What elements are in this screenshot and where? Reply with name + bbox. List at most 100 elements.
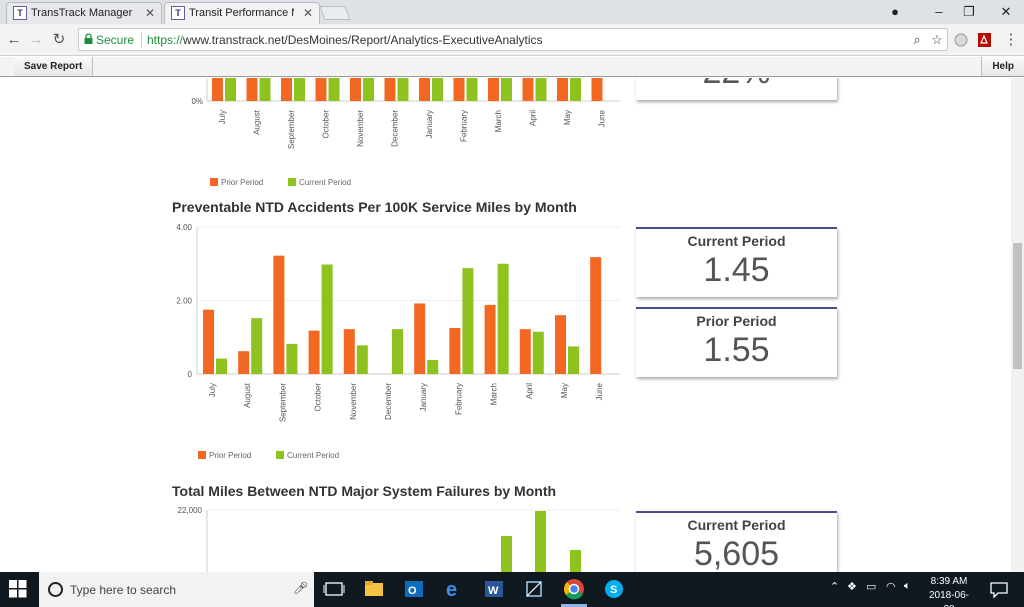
tab-title: Transit Performance Man xyxy=(189,7,294,19)
legend-swatch-prior xyxy=(210,178,218,186)
page-scrollbar[interactable] xyxy=(1011,78,1024,572)
scrollbar-thumb[interactable] xyxy=(1013,243,1022,369)
skype-icon[interactable]: S xyxy=(603,578,625,600)
kpi-value: 1.55 xyxy=(703,331,770,369)
clock-time: 8:39 AM xyxy=(930,576,968,587)
top-kpi-card: 22% xyxy=(636,78,837,100)
x-tick-label: February xyxy=(454,383,463,415)
kpi-label: Current Period xyxy=(687,233,786,249)
bar-current xyxy=(216,358,227,374)
url-path: /DesMoines/Report/Analytics-ExecutiveAna… xyxy=(284,33,543,47)
forward-arrow-icon[interactable]: → xyxy=(27,31,45,49)
svg-text:O: O xyxy=(408,585,417,597)
bar-current xyxy=(286,343,298,374)
chrome-menu-icon[interactable]: ⋮ xyxy=(1002,31,1020,49)
x-tick-label: November xyxy=(356,110,365,147)
bar-prior xyxy=(343,329,355,374)
bar-current xyxy=(532,331,544,374)
x-tick-label: November xyxy=(349,383,358,420)
bar-current xyxy=(497,263,509,374)
clock-date: 2018-06-28 xyxy=(928,590,970,607)
failures-current-kpi-card: Current Period 5,605 xyxy=(636,511,837,572)
legend-label: Current Period xyxy=(299,178,351,187)
bar-current xyxy=(356,345,368,374)
word-icon[interactable]: W xyxy=(483,578,505,600)
transtrack-favicon-icon: T xyxy=(13,6,27,20)
close-tab-icon[interactable]: ✕ xyxy=(145,6,155,20)
bar-prior xyxy=(484,304,496,374)
failures-chart-title: Total Miles Between NTD Major System Fai… xyxy=(172,483,557,499)
x-tick-label: October xyxy=(314,383,323,412)
bar-prior xyxy=(238,351,250,374)
browser-tab-transit-performance[interactable]: T Transit Performance Man ✕ xyxy=(164,2,320,24)
taskbar-clock[interactable]: 8:39 AM 2018-06-28 xyxy=(924,575,974,607)
bar-current xyxy=(432,78,443,101)
browser-tab-transtrack-manager[interactable]: T TransTrack Manager - Bu ✕ xyxy=(6,2,162,24)
profile-icon[interactable]: ● xyxy=(881,2,909,22)
bar-prior xyxy=(315,78,327,101)
bar-prior xyxy=(591,78,603,101)
accidents-bar-chart: 0 2.00 4.00 July August September October Novem… xyxy=(176,223,620,460)
report-content: 0% July August September October November Dece… xyxy=(0,78,1010,572)
x-tick-label: February xyxy=(460,110,469,142)
reload-icon[interactable]: ↻ xyxy=(50,31,68,49)
bar-prior xyxy=(557,78,568,101)
x-tick-label: August xyxy=(253,109,262,135)
volume-icon[interactable]: 🔈︎ xyxy=(904,580,911,593)
top-kpi-value: 22% xyxy=(636,78,837,92)
bar-current xyxy=(321,264,333,374)
bar-prior xyxy=(350,78,361,101)
microphone-icon[interactable]: 🎤︎ xyxy=(293,581,308,595)
x-tick-label: December xyxy=(391,110,400,147)
kpi-label: Current Period xyxy=(687,517,786,533)
help-button[interactable]: Help xyxy=(981,57,1024,76)
windows-start-icon[interactable] xyxy=(9,580,31,602)
extension-circle-icon[interactable] xyxy=(953,32,971,48)
new-tab-button[interactable] xyxy=(319,6,351,20)
close-window-icon[interactable]: ✕ xyxy=(992,2,1020,22)
minimize-icon[interactable]: – xyxy=(925,2,953,22)
dropbox-icon[interactable]: ❖ xyxy=(847,580,857,593)
accidents-current-kpi-card: Current Period 1.45 xyxy=(636,227,837,297)
save-report-button[interactable]: Save Report xyxy=(14,57,94,76)
action-center-icon[interactable] xyxy=(988,578,1010,600)
wifi-icon[interactable]: ◠ xyxy=(886,580,896,593)
svg-text:S: S xyxy=(610,584,617,596)
bar-current xyxy=(535,78,547,101)
tray-chevron-icon[interactable]: ⌃ xyxy=(830,580,839,593)
accidents-chart-title: Preventable NTD Accidents Per 100K Servi… xyxy=(172,199,577,215)
file-explorer-icon[interactable] xyxy=(363,578,385,600)
bar-current xyxy=(535,511,546,572)
edge-browser-icon[interactable]: e xyxy=(443,578,465,601)
kpi-value: 1.45 xyxy=(703,251,770,289)
bar-prior xyxy=(246,78,258,101)
bar-prior xyxy=(212,78,223,101)
outlook-icon[interactable]: O xyxy=(403,578,425,600)
close-tab-icon[interactable]: ✕ xyxy=(303,6,313,20)
zoom-search-icon[interactable]: ⌕ xyxy=(909,32,925,48)
restore-icon[interactable]: ❐ xyxy=(955,2,983,22)
x-tick-label: March xyxy=(494,110,503,132)
bar-current xyxy=(397,78,409,101)
back-arrow-icon[interactable]: ← xyxy=(5,31,23,49)
task-view-icon[interactable] xyxy=(323,578,345,600)
x-tick-label: April xyxy=(525,383,534,399)
bar-current xyxy=(570,550,581,572)
pdf-extension-icon[interactable] xyxy=(976,32,994,48)
legend-swatch-prior xyxy=(198,451,206,459)
search-placeholder: Type here to search xyxy=(70,583,177,597)
snipping-tool-icon[interactable] xyxy=(523,578,545,600)
taskbar-search-box[interactable]: Type here to search 🎤︎ xyxy=(39,572,314,607)
battery-icon[interactable]: ▭ xyxy=(866,580,876,593)
bookmark-star-icon[interactable]: ☆ xyxy=(929,32,945,48)
legend-label: Prior Period xyxy=(221,178,263,187)
bar-prior xyxy=(273,255,285,374)
address-divider xyxy=(141,32,142,48)
bar-prior xyxy=(519,329,531,374)
x-tick-label: January xyxy=(419,383,428,411)
bar-current xyxy=(259,78,271,101)
address-bar[interactable]: Secure https://www.transtrack.net/DesMoi… xyxy=(78,28,948,51)
x-tick-label: October xyxy=(322,110,331,139)
chrome-icon[interactable] xyxy=(563,578,585,600)
transtrack-favicon-icon: T xyxy=(171,6,185,20)
